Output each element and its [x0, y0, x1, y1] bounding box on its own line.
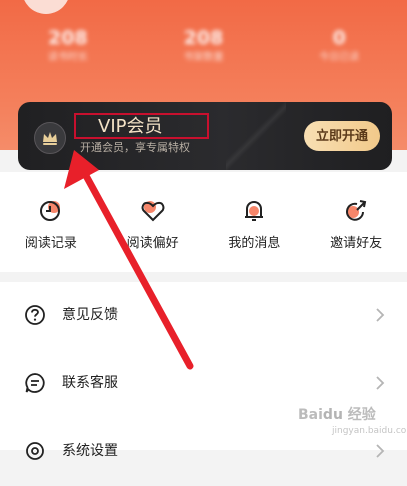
- heart-icon: [141, 201, 164, 222]
- quick-actions: 阅读记录 阅读偏好 我的消息 邀请好友: [0, 172, 407, 272]
- avatar[interactable]: [22, 0, 70, 14]
- chevron-right-icon: [376, 376, 385, 390]
- chat-icon: [25, 373, 45, 393]
- quick-action-label: 我的消息: [228, 236, 281, 251]
- quick-action-reading-preference[interactable]: 阅读偏好: [102, 172, 204, 272]
- quick-action-label: 邀请好友: [330, 236, 383, 251]
- gear-icon: [26, 442, 44, 460]
- stat-item[interactable]: 208 读书时长: [0, 26, 136, 66]
- menu-item-label: 联系客服: [62, 375, 118, 391]
- quick-action-invite-friends[interactable]: 邀请好友: [305, 172, 407, 272]
- quick-action-label: 阅读记录: [24, 236, 77, 251]
- stats-row: 208 读书时长 208 书架数量 0 今日已读: [0, 26, 407, 66]
- menu-item-feedback[interactable]: 意见反馈: [0, 282, 407, 350]
- stat-item[interactable]: 0 今日已读: [271, 26, 407, 66]
- quick-action-reading-history[interactable]: 阅读记录: [0, 172, 102, 272]
- crown-icon: [34, 122, 66, 154]
- quick-action-label: 阅读偏好: [126, 236, 179, 251]
- card-decoration: [226, 102, 286, 170]
- chevron-right-icon: [376, 444, 385, 458]
- menu-item-label: 意见反馈: [62, 307, 118, 323]
- open-vip-button[interactable]: 立即开通: [304, 121, 380, 151]
- help-circle-icon: [25, 305, 45, 325]
- chevron-right-icon: [376, 308, 385, 322]
- share-icon: [346, 200, 367, 221]
- bell-icon: [245, 200, 264, 221]
- stat-item[interactable]: 208 书架数量: [136, 26, 272, 66]
- menu-item-label: 系统设置: [62, 443, 118, 459]
- clock-icon: [39, 201, 60, 221]
- baidu-watermark: Baidu 经验 jingyan.baidu.com: [298, 407, 407, 436]
- annotation-highlight-box: [74, 113, 209, 139]
- quick-action-my-messages[interactable]: 我的消息: [204, 172, 306, 272]
- vip-subtitle: 开通会员，享专属特权: [80, 141, 190, 154]
